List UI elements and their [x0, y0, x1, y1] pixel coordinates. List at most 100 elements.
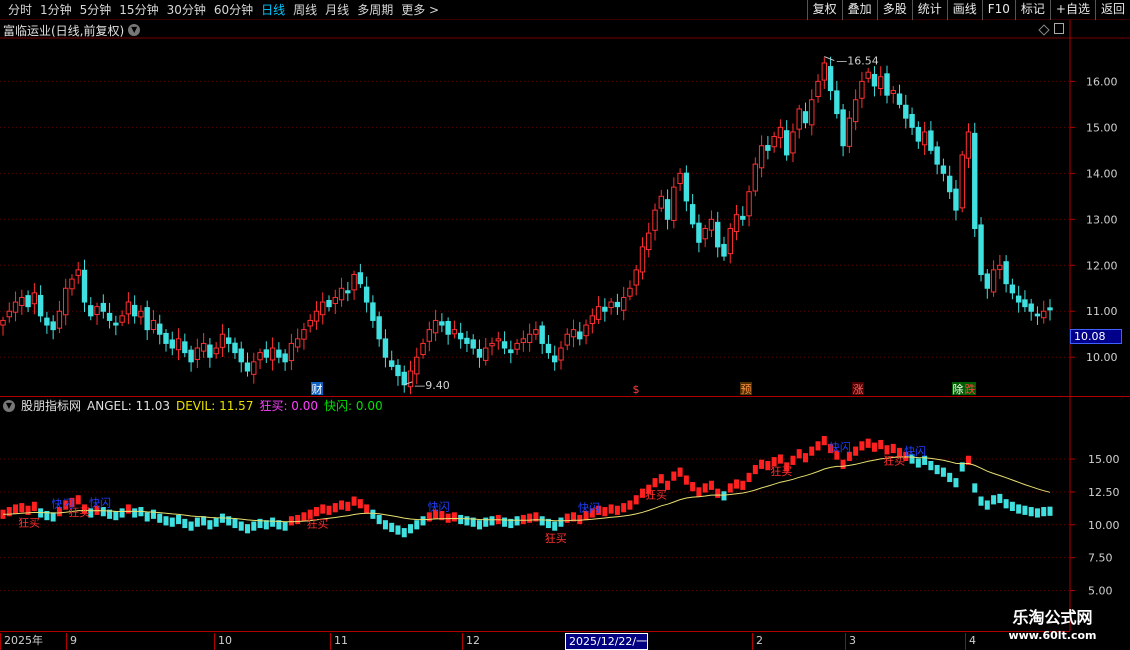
- candle-body: [959, 154, 965, 209]
- candle: [357, 263, 364, 288]
- candle-body: [852, 99, 859, 123]
- candle-body: [25, 295, 31, 308]
- candle-body: [370, 302, 376, 321]
- kuaishan-signal: 快闪: [51, 497, 73, 511]
- candle-body: [219, 333, 226, 348]
- angel-bar: [746, 472, 752, 483]
- indicator-signals: 狂买狂买狂买狂买狂买狂买狂买快闪 快闪 快闪 快闪快闪 快闪: [18, 440, 926, 545]
- candle: [313, 301, 320, 330]
- event-marker[interactable]: 跌: [964, 382, 976, 396]
- angel-bar: [859, 441, 865, 451]
- angel-bar: [564, 513, 570, 523]
- candle: [846, 111, 853, 154]
- angel-bar: [884, 445, 890, 455]
- event-marker[interactable]: 除: [952, 382, 964, 396]
- candle: [633, 264, 639, 296]
- candle-body: [175, 338, 182, 351]
- chevron-down-icon[interactable]: ▼: [3, 399, 15, 412]
- candle-body: [589, 315, 596, 325]
- price-tick-label: 13.00: [1086, 213, 1118, 226]
- candle-body: [294, 338, 301, 348]
- candle: [878, 66, 884, 96]
- candle-body: [633, 269, 639, 286]
- candle-body: [357, 272, 364, 285]
- candle-body: [106, 312, 113, 321]
- event-marker[interactable]: 涨: [852, 382, 864, 396]
- event-marker[interactable]: $: [630, 382, 642, 396]
- angel-bar: [940, 467, 946, 477]
- candle: [777, 119, 784, 149]
- candle: [972, 122, 978, 237]
- candle-body: [809, 99, 815, 126]
- main-price-axis: 16.00 15.00 14.00 13.00 12.00 11.00 10.00: [1070, 75, 1118, 364]
- candle-body: [125, 301, 132, 315]
- candlesticks[interactable]: [0, 56, 1053, 395]
- candle-body: [771, 136, 777, 148]
- candle-body: [62, 287, 69, 316]
- event-marker[interactable]: 财: [311, 382, 323, 396]
- event-marker[interactable]: 预: [740, 382, 752, 396]
- candle: [1015, 285, 1022, 313]
- kuaishan-signal: 快闪: [904, 444, 926, 458]
- price-tick-label: 14.00: [1086, 167, 1118, 180]
- date-tick-label: 2: [752, 633, 763, 650]
- candle-body: [790, 131, 796, 154]
- candle-body: [169, 339, 175, 349]
- candle: [884, 65, 890, 104]
- candle: [457, 322, 464, 349]
- candle: [508, 340, 514, 364]
- candle-body: [451, 329, 458, 335]
- candle: [614, 293, 621, 315]
- candle-body: [859, 80, 865, 99]
- angel-bar: [915, 458, 921, 468]
- stock-chart[interactable]: 16.00 15.00 14.00 13.00 12.00 11.00 10.00 —16.…: [0, 0, 1130, 650]
- candle: [834, 80, 840, 119]
- angel-bar: [1047, 506, 1053, 516]
- candle: [119, 310, 125, 327]
- angel-bar: [652, 478, 658, 488]
- indicator-name[interactable]: 股朋指标网: [21, 397, 81, 414]
- candle-body: [31, 292, 38, 305]
- angel-bar: [19, 503, 25, 513]
- angel-bar: [326, 505, 332, 515]
- indicator-grid: [0, 458, 1070, 592]
- angel-bar: [232, 518, 238, 529]
- candle-body: [558, 347, 564, 361]
- candle: [282, 349, 288, 371]
- candle-body: [113, 322, 119, 326]
- candle: [370, 295, 376, 328]
- candle: [407, 360, 414, 395]
- kuangmai-signal: 狂买: [770, 465, 792, 478]
- candle-body: [984, 273, 991, 289]
- candle: [514, 339, 520, 355]
- candle: [758, 135, 765, 178]
- candle: [194, 338, 201, 368]
- candle-body: [100, 302, 107, 312]
- angel-bar: [627, 500, 633, 510]
- candle: [489, 337, 495, 356]
- angel-bar: [476, 520, 482, 530]
- candle: [238, 341, 244, 373]
- candle: [106, 302, 113, 329]
- date-axis: 2025年 9 10 11 12 2025/12/22/一 2 3 4: [0, 631, 1070, 650]
- candle: [338, 277, 345, 307]
- candle: [219, 324, 226, 357]
- candle-body: [658, 195, 664, 209]
- candle: [683, 165, 690, 212]
- candle-body: [953, 188, 959, 211]
- candle: [752, 157, 759, 197]
- candle-body: [332, 296, 338, 305]
- candle-body: [715, 221, 721, 248]
- candle: [946, 165, 953, 200]
- candle: [1003, 255, 1009, 293]
- devil-value: DEVIL: 11.57: [175, 398, 254, 413]
- candle: [131, 295, 138, 324]
- candle-body: [796, 108, 802, 130]
- candle-body: [251, 361, 257, 375]
- candle: [6, 302, 12, 323]
- candle-body: [12, 301, 19, 313]
- angel-bar: [364, 504, 370, 514]
- candle-body: [432, 319, 439, 334]
- angel-bar: [934, 464, 940, 475]
- candle-body: [263, 349, 270, 358]
